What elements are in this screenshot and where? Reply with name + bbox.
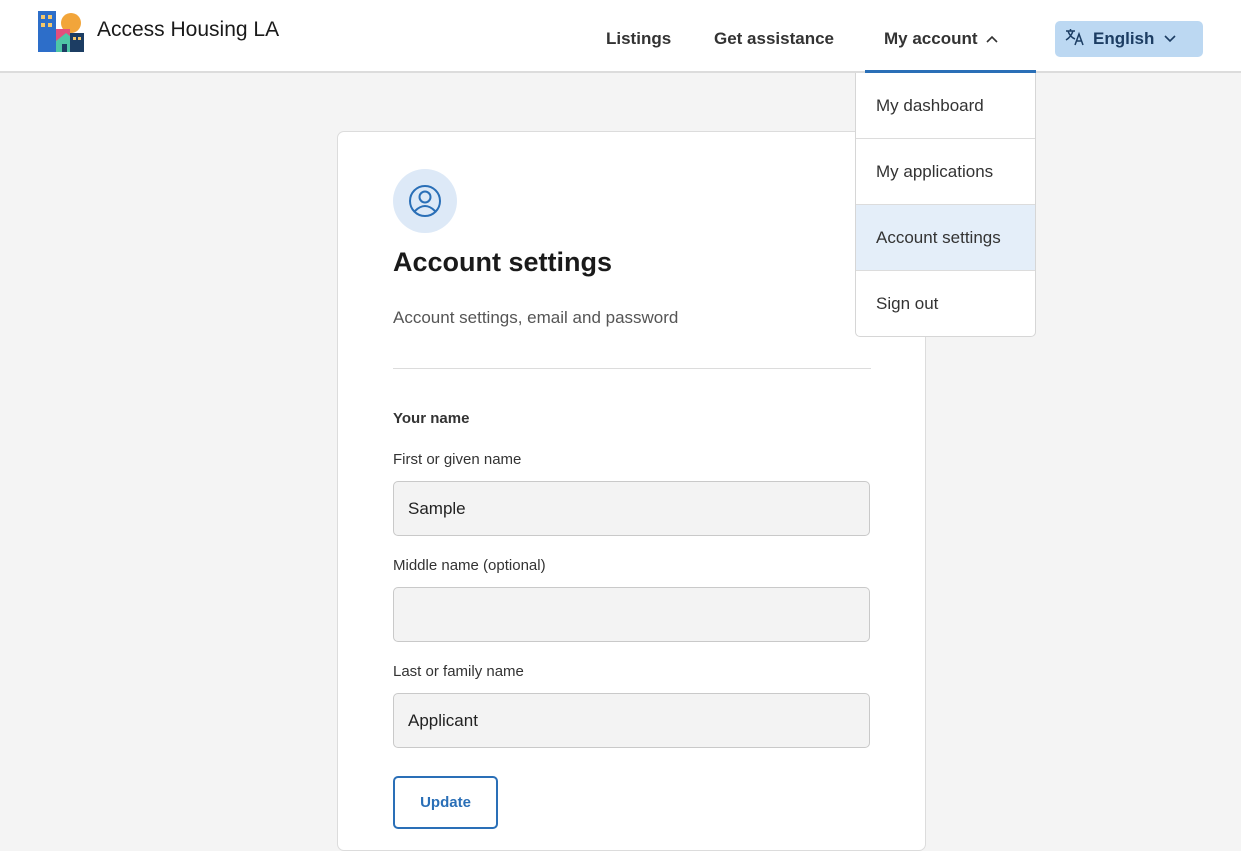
section-label-your-name: Your name [393, 410, 470, 427]
first-name-label: First or given name [393, 451, 522, 468]
menu-item-my-dashboard[interactable]: My dashboard [856, 73, 1035, 139]
language-selector[interactable]: English [1055, 21, 1203, 57]
menu-item-account-settings[interactable]: Account settings [856, 205, 1035, 271]
nav-get-assistance[interactable]: Get assistance [714, 29, 834, 49]
page-subtitle: Account settings, email and password [393, 308, 679, 327]
chevron-down-icon [1164, 30, 1176, 48]
last-name-input[interactable] [393, 693, 870, 748]
site-header: Access Housing LA Listings Get assistanc… [0, 0, 1241, 73]
update-button[interactable]: Update [393, 776, 498, 829]
brand-name[interactable]: Access Housing LA [97, 18, 279, 42]
chevron-up-icon [985, 31, 998, 46]
page-title: Account settings [393, 247, 613, 277]
menu-item-my-applications[interactable]: My applications [856, 139, 1035, 205]
nav-my-account-label: My account [884, 29, 978, 48]
last-name-label: Last or family name [393, 663, 524, 680]
menu-item-sign-out[interactable]: Sign out [856, 271, 1035, 337]
account-dropdown-menu: My dashboard My applications Account set… [855, 73, 1036, 337]
nav-my-account[interactable]: My account [884, 29, 998, 49]
divider [393, 368, 871, 369]
language-label: English [1093, 29, 1155, 48]
nav-listings[interactable]: Listings [606, 29, 671, 49]
middle-name-label: Middle name (optional) [393, 557, 546, 574]
translate-icon [1065, 28, 1085, 51]
profile-icon [393, 169, 457, 233]
first-name-input[interactable] [393, 481, 870, 536]
brand-logo[interactable] [38, 11, 84, 52]
middle-name-input[interactable] [393, 587, 870, 642]
